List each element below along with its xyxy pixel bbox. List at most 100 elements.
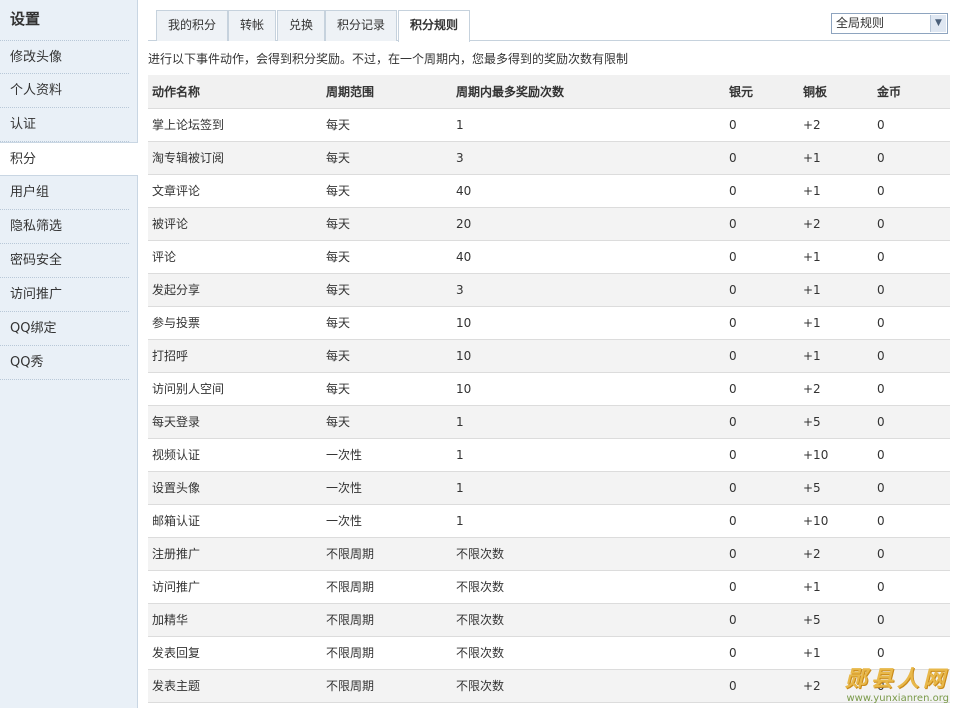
table-cell: 掌上论坛签到 <box>148 108 322 142</box>
table-cell: +1 <box>799 306 873 340</box>
table-cell: 不限次数 <box>452 636 725 670</box>
table-row: 打招呼 每天 10 0 +1 0 <box>148 339 950 373</box>
table-cell: 0 <box>725 372 799 406</box>
table-cell: 每天 <box>322 108 452 142</box>
table-cell: 0 <box>725 603 799 637</box>
table-cell: +1 <box>799 339 873 373</box>
table-cell: +2 <box>799 372 873 406</box>
table-cell: 不限周期 <box>322 636 452 670</box>
table-cell: +2 <box>799 537 873 571</box>
table-cell: 注册推广 <box>148 537 322 571</box>
sidebar-item[interactable]: 积分 <box>0 142 138 176</box>
sidebar-item[interactable]: 访问推广 <box>0 278 129 312</box>
sidebar-item[interactable]: 用户组 <box>0 176 129 210</box>
tab[interactable]: 兑换 <box>277 10 326 41</box>
table-cell: 0 <box>873 372 950 406</box>
table-cell: 每天 <box>322 339 452 373</box>
table-cell: 发起分享 <box>148 273 322 307</box>
watermark-url: www.yunxianren.org <box>846 693 949 704</box>
table-cell: 0 <box>873 306 950 340</box>
table-cell: 0 <box>725 141 799 175</box>
tab[interactable]: 积分规则 <box>398 10 471 42</box>
rule-scope-select[interactable]: 全局规则 ▼ <box>831 13 948 34</box>
table-cell: 不限周期 <box>322 537 452 571</box>
table-cell: 1 <box>452 108 725 142</box>
table-row: 视频认证 一次性 1 0 +10 0 <box>148 438 950 472</box>
column-header: 银元 <box>725 75 799 109</box>
table-cell: 0 <box>725 636 799 670</box>
table-cell: 1 <box>452 438 725 472</box>
table-cell: 3 <box>452 141 725 175</box>
column-header: 铜板 <box>799 75 873 109</box>
rule-scope-select-value: 全局规则 <box>836 16 885 30</box>
sidebar-item[interactable]: 密码安全 <box>0 244 129 278</box>
table-row: 发起分享 每天 3 0 +1 0 <box>148 273 950 307</box>
table-cell: 设置头像 <box>148 471 322 505</box>
tab[interactable]: 积分记录 <box>325 10 398 41</box>
tab[interactable]: 我的积分 <box>156 10 229 41</box>
column-header: 周期范围 <box>322 75 452 109</box>
table-row: 文章评论 每天 40 0 +1 0 <box>148 174 950 208</box>
table-cell: 40 <box>452 174 725 208</box>
table-cell: 每天 <box>322 207 452 241</box>
table-row: 掌上论坛签到 每天 1 0 +2 0 <box>148 108 950 142</box>
table-cell: 评论 <box>148 240 322 274</box>
table-cell: 每天 <box>322 174 452 208</box>
table-cell: +2 <box>799 207 873 241</box>
sidebar: 设置 修改头像 个人资料 认证 积分 用户组 隐私筛选 密码安全 访问推广 QQ绑定 QQ秀 <box>0 0 138 708</box>
table-cell: 0 <box>873 141 950 175</box>
table-cell: 0 <box>725 438 799 472</box>
table-cell: 10 <box>452 306 725 340</box>
table-cell: 0 <box>873 537 950 571</box>
main-content: 全局规则 ▼ 我的积分 转帐 兑换 积分记录 积分规则 进行以下事件动作，会得到积分奖励… <box>148 0 950 708</box>
table-cell: 20 <box>452 207 725 241</box>
table-cell: 被评论 <box>148 207 322 241</box>
sidebar-item[interactable]: QQ绑定 <box>0 312 129 346</box>
table-cell: 0 <box>873 339 950 373</box>
table-row: 设置头像 一次性 1 0 +5 0 <box>148 471 950 505</box>
table-row: 访问推广 不限周期 不限次数 0 +1 0 <box>148 570 950 604</box>
table-row: 访问别人空间 每天 10 0 +2 0 <box>148 372 950 406</box>
table-header-row: 动作名称 周期范围 周期内最多奖励次数 银元 铜板 金币 <box>148 75 950 109</box>
sidebar-item[interactable]: QQ秀 <box>0 346 129 380</box>
table-cell: 每天登录 <box>148 405 322 439</box>
table-cell: 每天 <box>322 306 452 340</box>
tab[interactable]: 转帐 <box>228 10 277 41</box>
table-cell: 10 <box>452 339 725 373</box>
table-cell: 0 <box>873 570 950 604</box>
table-cell: 0 <box>873 471 950 505</box>
table-cell: 不限次数 <box>452 570 725 604</box>
column-header: 动作名称 <box>148 75 322 109</box>
table-cell: +10 <box>799 438 873 472</box>
table-cell: +1 <box>799 273 873 307</box>
table-cell: 不限次数 <box>452 603 725 637</box>
table-cell: 每天 <box>322 405 452 439</box>
table-row: 邮箱认证 一次性 1 0 +10 0 <box>148 504 950 538</box>
table-cell: 0 <box>873 603 950 637</box>
table-cell: 打招呼 <box>148 339 322 373</box>
table-cell: 1 <box>452 471 725 505</box>
table-cell: 0 <box>725 471 799 505</box>
sidebar-title: 设置 <box>10 10 41 28</box>
sidebar-item[interactable]: 个人资料 <box>0 74 129 108</box>
table-cell: +5 <box>799 405 873 439</box>
table-cell: 参与投票 <box>148 306 322 340</box>
table-cell: 0 <box>873 273 950 307</box>
intro-text: 进行以下事件动作，会得到积分奖励。不过，在一个周期内，您最多得到的奖励次数有限制 <box>148 52 629 66</box>
table-cell: +5 <box>799 471 873 505</box>
table-cell: 0 <box>873 108 950 142</box>
table-row: 参与投票 每天 10 0 +1 0 <box>148 306 950 340</box>
sidebar-item[interactable]: 隐私筛选 <box>0 210 129 244</box>
table-cell: 不限次数 <box>452 537 725 571</box>
table-cell: 0 <box>725 669 799 703</box>
table-cell: 一次性 <box>322 504 452 538</box>
table-row: 发表回复 不限周期 不限次数 0 +1 0 <box>148 636 950 670</box>
sidebar-item[interactable]: 修改头像 <box>0 40 129 74</box>
table-cell: 0 <box>873 207 950 241</box>
table-cell: 1 <box>452 405 725 439</box>
table-cell: 0 <box>725 108 799 142</box>
sidebar-item[interactable]: 认证 <box>0 108 129 142</box>
table-cell: 不限周期 <box>322 669 452 703</box>
watermark-logo: 郧县人网 www.yunxianren.org <box>845 661 949 704</box>
column-header: 周期内最多奖励次数 <box>452 75 725 109</box>
